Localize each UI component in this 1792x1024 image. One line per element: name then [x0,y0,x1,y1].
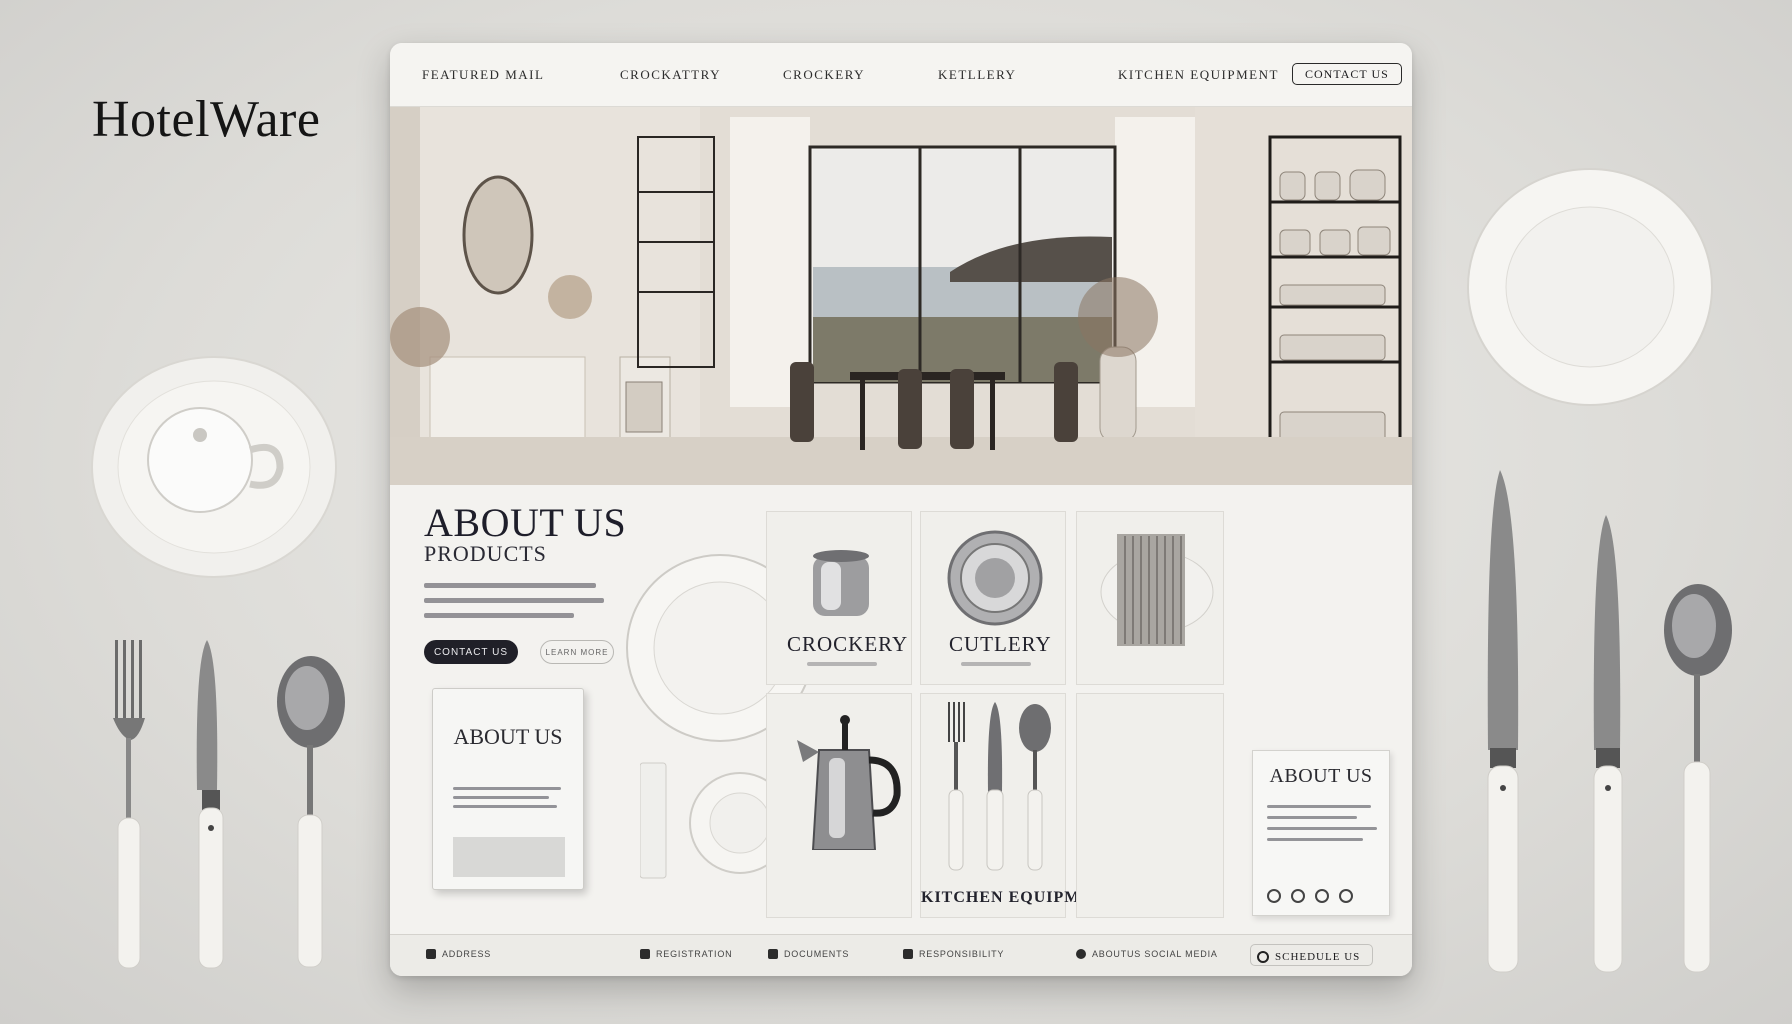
nav-item-featured[interactable]: FEATURED MAIL [422,67,544,83]
learn-more-button[interactable]: LEARN MORE [540,640,614,664]
contact-us-button[interactable]: CONTACT US [1292,63,1402,85]
about-card-text [1267,805,1377,849]
social-icon[interactable] [1315,889,1329,903]
footer-item-social[interactable]: ABOUTUS SOCIAL MEDIA [1076,949,1218,959]
brochure-title: ABOUT US [453,724,563,749]
knife-icon [1593,515,1623,973]
about-card-title: ABOUT US [1269,765,1373,787]
page-title: ABOUT US [424,500,627,545]
hero-image [390,107,1412,485]
file-icon [768,949,778,959]
kettle-icon [797,715,901,850]
ice-bucket-icon [813,550,869,616]
footer-item-documents[interactable]: DOCUMENTS [768,949,849,959]
schedule-us-button[interactable]: SCHEDULE US [1250,944,1374,966]
footer-item-address[interactable]: ADDRESS [426,949,491,959]
fork-icon [948,702,965,871]
knife-icon [986,702,1004,871]
top-navigation: FEATURED MAIL CROCKATTRY CROCKERY KETLLE… [390,43,1412,107]
crockery-label: CROCKERY [787,632,909,656]
spoon-icon [1664,584,1732,973]
knife-icon [1487,470,1519,973]
tile-crockery[interactable]: CROCKERY [766,511,912,685]
tile-about[interactable] [1076,693,1224,918]
teapot-saucer-icon [91,356,337,578]
nav-item-ketllery[interactable]: KETLLERY [938,67,1016,83]
document-icon [640,949,650,959]
brochure-image [453,837,565,877]
cutlery-set-left-icon [113,640,345,969]
brand-logo[interactable]: HotelWare [92,90,320,149]
contact-us-cta-button[interactable]: CONTACT US [424,640,518,664]
napkin-icon [1100,534,1214,646]
intro-paragraph [424,583,604,628]
cutlery-trio-icon [948,702,1051,871]
tile-kettle[interactable] [766,693,912,918]
globe-icon [1076,949,1086,959]
chat-icon [1257,950,1269,963]
knife-icon [196,640,224,969]
about-us-brochure[interactable]: ABOUT US [432,688,584,890]
spoon-icon [277,656,345,968]
dinner-plate-icon [1467,168,1713,406]
nav-item-crockery[interactable]: CROCKERY [783,67,865,83]
footer-item-registration[interactable]: REGISTRATION [640,949,732,959]
nav-item-crockattry[interactable]: CROCKATTRY [620,67,721,83]
location-icon [426,949,436,959]
tile-napkins[interactable] [1076,511,1224,685]
strainer-icon [947,530,1043,626]
footer: ADDRESS REGISTRATION DOCUMENTS RESPONSIB… [390,934,1412,976]
spoon-icon [1019,704,1051,871]
about-us-card[interactable]: ABOUT US [1252,750,1390,916]
social-icon[interactable] [1339,889,1353,903]
cutlery-set-right-icon [1487,470,1732,973]
tile-kitchen-equipment[interactable]: KITCHEN EQUIPMENT [920,693,1115,918]
footer-item-responsibility[interactable]: RESPONSIBILITY [903,949,1004,959]
section-subtitle: PRODUCTS [424,541,547,566]
social-icon[interactable] [1267,889,1281,903]
social-icons [1267,889,1353,903]
social-icon[interactable] [1291,889,1305,903]
tile-cutlery[interactable]: CUTLERY [920,511,1066,685]
shield-icon [903,949,913,959]
fork-icon [113,640,145,969]
website-mockup: FEATURED MAIL CROCKATTRY CROCKERY KETLLE… [390,43,1412,976]
brochure-text [453,787,563,814]
nav-item-kitchen-equipment[interactable]: KITCHEN EQUIPMENT [1118,67,1279,83]
cutlery-label: CUTLERY [949,632,1052,656]
